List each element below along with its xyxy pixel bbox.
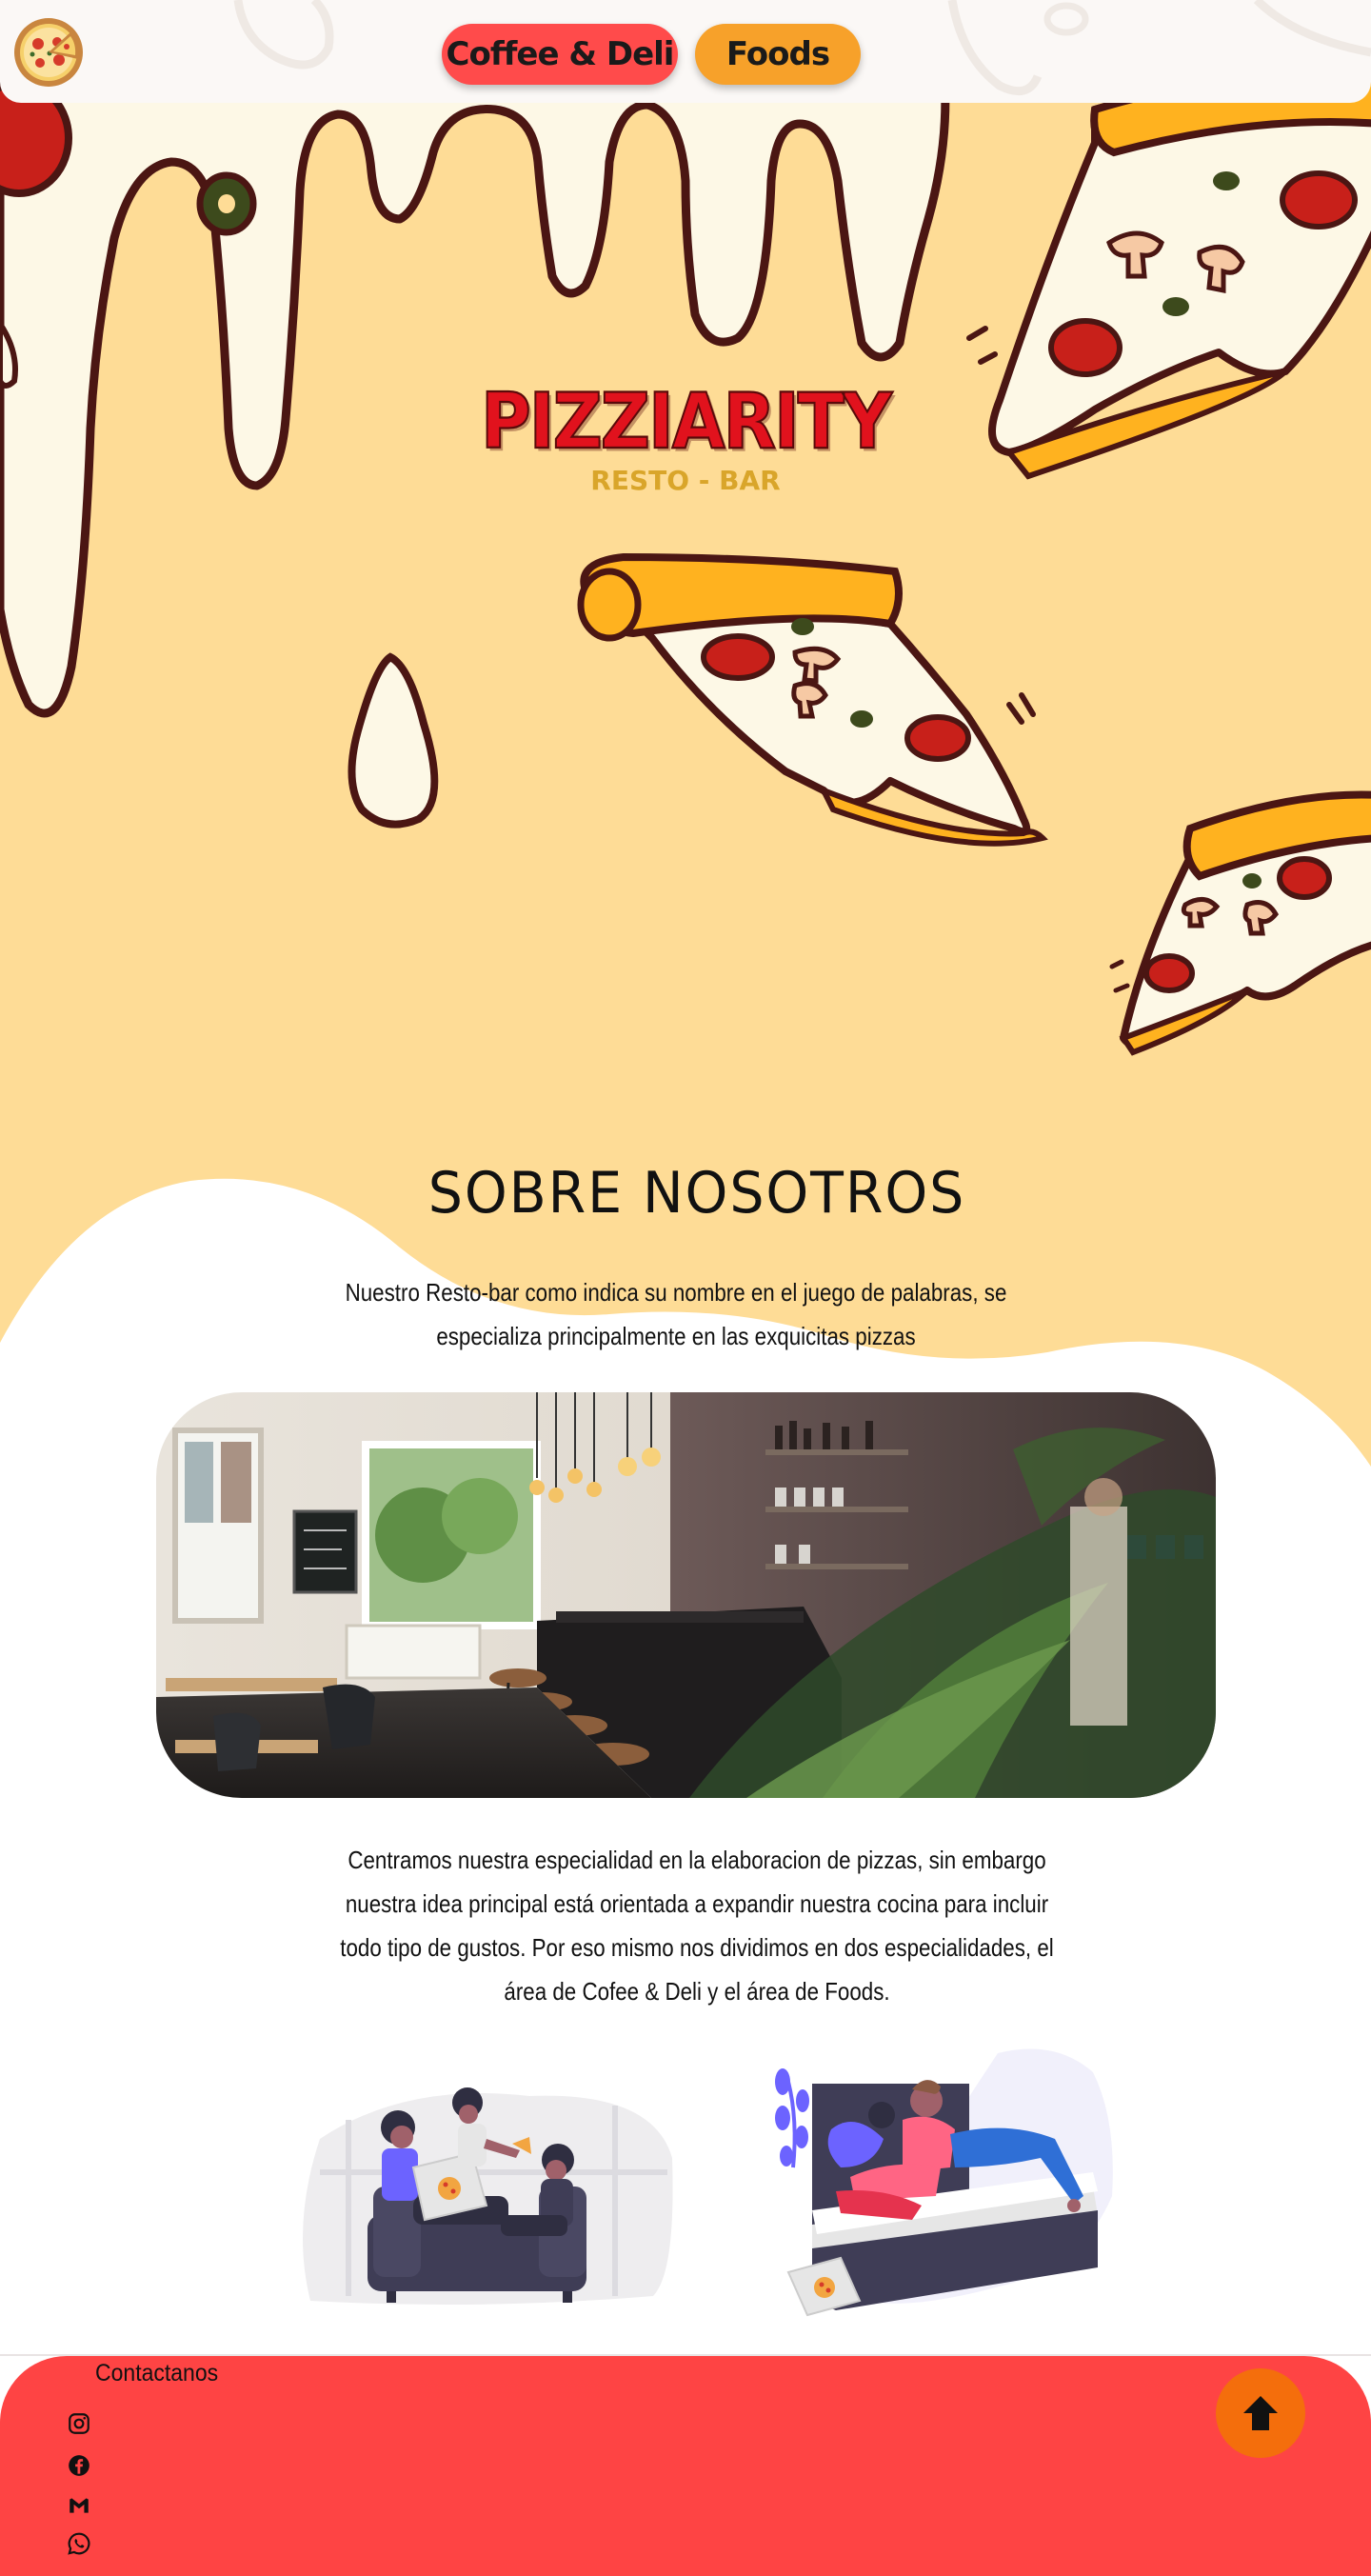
pizza-logo-icon[interactable] — [11, 15, 86, 90]
about-intro-text: Nuestro Resto-bar como indica su nombre … — [345, 1278, 1007, 1350]
hero-background-illustration — [0, 52, 1371, 1486]
facebook-icon[interactable] — [65, 2451, 93, 2480]
back-to-top-button[interactable] — [1216, 2368, 1305, 2458]
restaurant-interior-photo — [156, 1392, 1216, 1798]
brand-title: PIZZIARITY — [480, 375, 893, 467]
nav-foods-button[interactable]: Foods — [695, 24, 861, 85]
nav-coffee-deli-button[interactable]: Coffee & Deli — [442, 24, 678, 85]
arrow-up-icon — [1243, 2396, 1278, 2430]
about-body-text: Centramos nuestra especialidad en la ela… — [340, 1846, 1054, 2006]
hero-section: PIZZIARITY RESTO - BAR — [0, 0, 1371, 1486]
gmail-icon[interactable] — [65, 2491, 93, 2520]
contact-title: Contactanos — [95, 2360, 219, 2386]
friends-eating-pizza-illustration — [291, 2082, 676, 2306]
footer — [0, 2356, 1371, 2576]
about-title: SOBRE NOSOTROS — [427, 1160, 966, 1227]
whatsapp-icon[interactable] — [65, 2529, 93, 2558]
brand-subtitle: RESTO - BAR — [590, 465, 781, 496]
instagram-icon[interactable] — [65, 2409, 93, 2438]
couple-eating-pizza-illustration — [769, 2044, 1122, 2320]
header-decoration — [233, 0, 1371, 96]
top-navbar: Coffee & Deli Foods — [0, 0, 1371, 103]
